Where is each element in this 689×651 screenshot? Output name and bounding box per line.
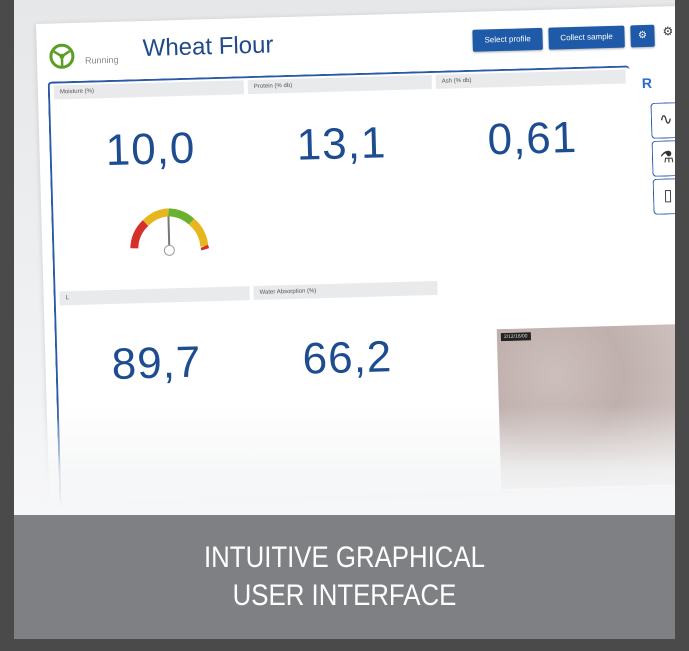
waveform-icon[interactable]: ∿ xyxy=(650,102,675,139)
collect-sample-button[interactable]: Collect sample xyxy=(548,25,625,50)
tile-value: 66,2 xyxy=(301,332,393,384)
bottom-fade xyxy=(14,405,675,515)
gear-icon: ⚙ xyxy=(637,29,648,42)
tile-value: 0,61 xyxy=(486,112,578,165)
tile-value: 89,7 xyxy=(111,337,202,390)
screenshot-stage: Running Wheat Flour Select profile Colle… xyxy=(14,0,675,515)
settings-button[interactable]: ⚙ xyxy=(630,24,655,48)
banner-line-1: INTUITIVE GRAPHICAL xyxy=(204,541,485,574)
page-title: Wheat Flour xyxy=(142,31,274,63)
banner-line-2: USER INTERFACE xyxy=(232,579,457,612)
image-timestamp: 2/12/16/00 xyxy=(500,332,531,342)
document-icon[interactable]: ▯ xyxy=(652,178,675,215)
tile-value: 13,1 xyxy=(295,118,387,170)
options-gear-icon[interactable]: ⚙ xyxy=(662,24,673,38)
select-profile-button[interactable]: Select profile xyxy=(472,27,543,52)
tile-protein[interactable]: Protein (% db) 13,1 xyxy=(247,74,438,281)
status-text: Running xyxy=(84,54,119,66)
side-rail: R ∿ ⚗ ▯ xyxy=(633,64,675,325)
tile-ash[interactable]: Ash (% db) 0,61 xyxy=(435,69,632,275)
tile-moisture[interactable]: Moisture (%) 10,0 xyxy=(53,80,250,286)
rail-r-icon[interactable]: R xyxy=(642,75,653,91)
tile-value: 10,0 xyxy=(105,123,197,176)
flask-icon[interactable]: ⚗ xyxy=(651,140,675,177)
steering-wheel-logo-icon xyxy=(49,43,75,69)
gauge-icon xyxy=(130,208,210,256)
caption-banner: INTUITIVE GRAPHICAL USER INTERFACE xyxy=(14,515,675,639)
photo-frame: Running Wheat Flour Select profile Colle… xyxy=(14,0,675,639)
